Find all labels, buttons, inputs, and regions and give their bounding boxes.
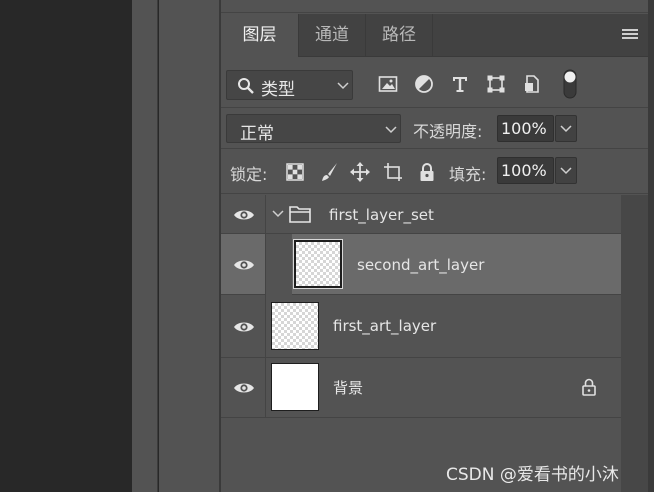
fill-value: 100% — [501, 161, 547, 180]
filter-kind-select[interactable]: 类型 — [226, 70, 353, 100]
panel-header-strip — [221, 0, 648, 13]
indent-spacer — [266, 234, 292, 295]
layers-scrollbar[interactable] — [621, 195, 648, 492]
tab-paths[interactable]: 路径 — [366, 14, 432, 57]
tab-layers[interactable]: 图层 — [221, 14, 298, 57]
panel-dock-strip — [159, 0, 219, 492]
filter-kind-label: 类型 — [261, 80, 295, 100]
blend-mode-select[interactable]: 正常 — [226, 114, 401, 144]
opacity-dropdown-button[interactable] — [555, 115, 577, 142]
layers-panel: 图层 通道 路径 类型 正常 不透明度: 100% 锁定: 填充: 100% f… — [221, 0, 648, 492]
chevron-down-icon — [560, 125, 572, 133]
visibility-column-divider — [265, 195, 266, 233]
lock-label: 锁定: — [230, 165, 268, 184]
visibility-column-divider — [265, 358, 266, 417]
panel-tab-bar: 图层 通道 路径 — [221, 14, 648, 57]
chevron-down-icon — [560, 167, 572, 175]
chevron-down-icon[interactable] — [272, 210, 284, 218]
tab-channels[interactable]: 通道 — [299, 14, 365, 57]
layer-row[interactable]: first_art_layer — [221, 295, 621, 358]
lock-image-pixels-brush-icon[interactable] — [319, 162, 339, 182]
layer-name: first_layer_set — [329, 206, 434, 224]
lock-icon[interactable] — [581, 378, 597, 396]
layer-name: 背景 — [333, 379, 364, 397]
type-filter-icon[interactable] — [450, 74, 470, 94]
layer-thumbnail[interactable] — [271, 302, 319, 350]
adjustment-filter-icon[interactable] — [414, 74, 434, 94]
smart-object-filter-icon[interactable] — [522, 74, 542, 94]
fill-dropdown-button[interactable] — [555, 157, 577, 184]
search-icon — [238, 78, 254, 94]
layer-name: second_art_layer — [357, 256, 485, 274]
layer-row-group[interactable]: first_layer_set — [221, 195, 621, 234]
lock-position-move-icon[interactable] — [350, 162, 370, 182]
layer-filter-row: 类型 — [221, 58, 648, 108]
layers-list: first_layer_set second_art_layer first_a… — [221, 195, 621, 492]
eye-icon[interactable] — [233, 208, 255, 222]
layer-row-background[interactable]: 背景 — [221, 358, 621, 418]
watermark: CSDN @爱看书的小沐 — [446, 465, 619, 485]
eye-icon[interactable] — [233, 320, 255, 334]
blend-mode-row: 正常 不透明度: 100% — [221, 109, 648, 149]
eye-icon[interactable] — [233, 258, 255, 272]
opacity-input[interactable]: 100% — [497, 115, 554, 142]
lock-transparent-pixels-icon[interactable] — [285, 162, 305, 182]
layer-thumbnail[interactable] — [293, 239, 343, 289]
tool-strip — [132, 0, 158, 492]
chevron-down-icon — [337, 82, 349, 90]
blend-mode-value: 正常 — [240, 124, 274, 144]
tab-separator — [432, 14, 433, 57]
layer-thumbnail[interactable] — [271, 363, 319, 411]
window-right-edge — [648, 0, 654, 492]
lock-artboard-icon[interactable] — [383, 162, 403, 182]
layer-row-selected[interactable]: second_art_layer — [221, 234, 621, 295]
eye-icon[interactable] — [233, 381, 255, 395]
fill-input[interactable]: 100% — [497, 157, 554, 184]
shape-filter-icon[interactable] — [486, 74, 506, 94]
folder-icon — [289, 206, 311, 223]
opacity-value: 100% — [501, 119, 547, 138]
image-filter-icon[interactable] — [378, 74, 398, 94]
chevron-down-icon — [385, 126, 397, 134]
lock-all-icon[interactable] — [417, 162, 437, 182]
panel-menu-icon[interactable] — [622, 29, 638, 41]
workspace-canvas-area — [0, 0, 132, 492]
opacity-label: 不透明度: — [413, 122, 483, 141]
filter-toggle-icon[interactable] — [563, 69, 577, 99]
visibility-column-divider — [265, 295, 266, 357]
lock-row: 锁定: 填充: 100% — [221, 150, 648, 194]
fill-label: 填充: — [449, 165, 487, 184]
layer-name: first_art_layer — [333, 317, 437, 335]
